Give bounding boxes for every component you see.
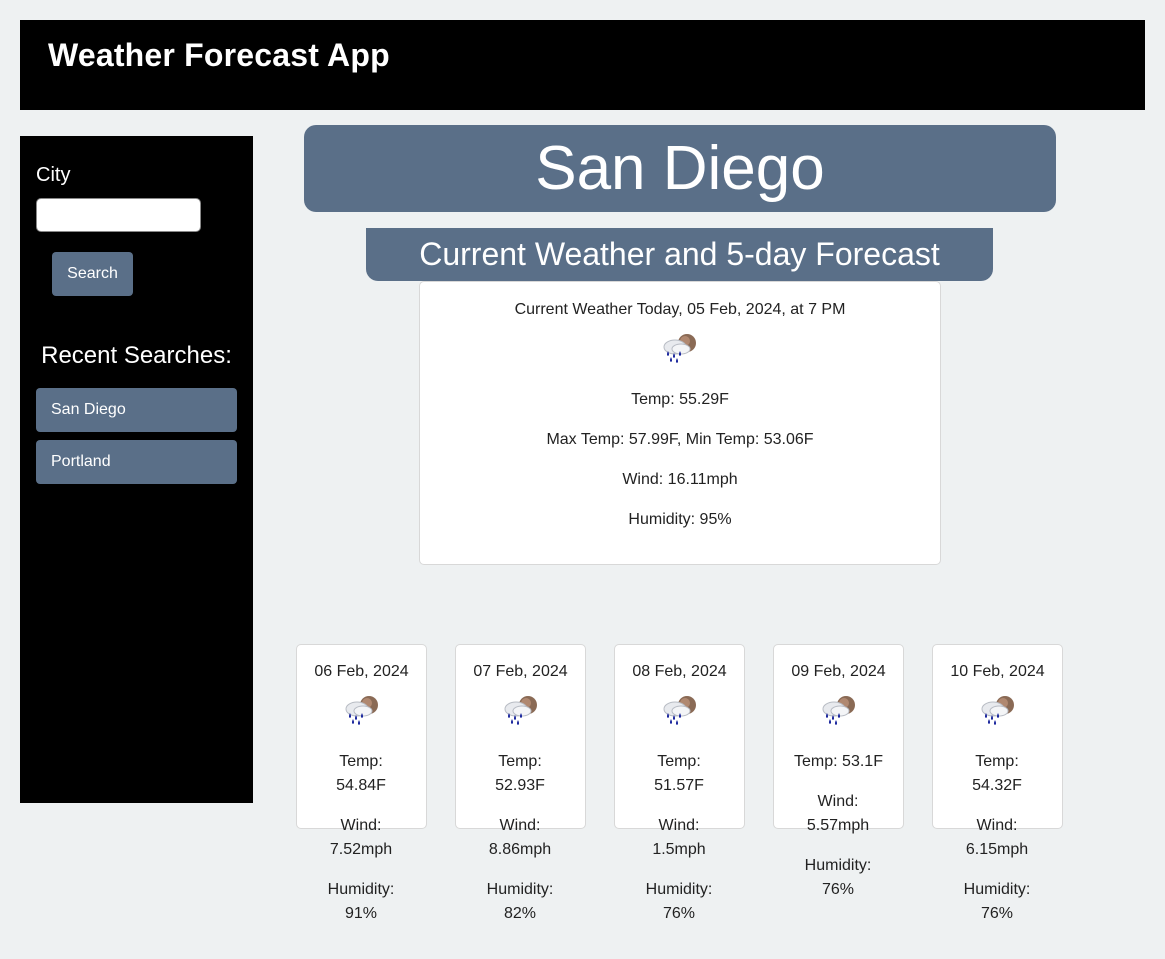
- rain-cloud-icon: [342, 694, 382, 726]
- forecast-wind: Wind: 1.5mph: [652, 817, 706, 858]
- current-max-min-temp: Max Temp: 57.99F, Min Temp: 53.06F: [546, 431, 814, 448]
- forecast-card: 06 Feb, 2024 Temp: 54.84F Wind: 7.52mph …: [296, 644, 427, 926]
- forecast-date: 09 Feb, 2024: [791, 663, 886, 680]
- forecast-humidity: Humidity: 76%: [963, 881, 1031, 922]
- city-label: City: [36, 164, 71, 186]
- forecast-wind: Wind: 5.57mph: [806, 793, 870, 834]
- recent-searches-title: Recent Searches:: [41, 342, 232, 369]
- forecast-date: 07 Feb, 2024: [473, 663, 568, 680]
- rain-cloud-icon: [660, 694, 700, 726]
- current-wind: Wind: 16.11mph: [622, 471, 738, 488]
- current-temp: Temp: 55.29F: [631, 391, 729, 408]
- sidebar: City Search Recent Searches: San Diego P…: [20, 136, 253, 803]
- current-weather-heading: Current Weather Today, 05 Feb, 2024, at …: [514, 301, 846, 318]
- forecast-card: 09 Feb, 2024 Temp: 53.1F Wind: 5.57mph H…: [773, 644, 904, 902]
- forecast-temp: Temp: 54.84F: [336, 753, 386, 794]
- recent-search-portland[interactable]: Portland: [36, 440, 237, 484]
- forecast-subtitle: Current Weather and 5-day Forecast: [366, 228, 993, 281]
- forecast-temp: Temp: 51.57F: [654, 753, 704, 794]
- forecast-humidity: Humidity: 76%: [804, 857, 872, 898]
- forecast-temp: Temp: 52.93F: [495, 753, 545, 794]
- forecast-wind: Wind: 8.86mph: [488, 817, 552, 858]
- forecast-card: 08 Feb, 2024 Temp: 51.57F Wind: 1.5mph H…: [614, 644, 745, 926]
- forecast-date: 06 Feb, 2024: [314, 663, 409, 680]
- forecast-temp: Temp: 54.32F: [972, 753, 1022, 794]
- rain-cloud-icon: [819, 694, 859, 726]
- current-weather-card: Current Weather Today, 05 Feb, 2024, at …: [419, 281, 941, 565]
- forecast-date: 10 Feb, 2024: [950, 663, 1045, 680]
- forecast-temp: Temp: 53.1F: [794, 753, 883, 770]
- forecast-card: 07 Feb, 2024 Temp: 52.93F Wind: 8.86mph …: [455, 644, 586, 926]
- app-header: Weather Forecast App: [20, 20, 1145, 110]
- search-button[interactable]: Search: [52, 252, 133, 296]
- forecast-card: 10 Feb, 2024 Temp: 54.32F Wind: 6.15mph …: [932, 644, 1063, 926]
- recent-search-san-diego[interactable]: San Diego: [36, 388, 237, 432]
- app-title: Weather Forecast App: [48, 37, 390, 73]
- rain-cloud-icon: [660, 332, 700, 364]
- forecast-date: 08 Feb, 2024: [632, 663, 727, 680]
- forecast-wind: Wind: 6.15mph: [965, 817, 1029, 858]
- forecast-humidity: Humidity: 76%: [645, 881, 713, 922]
- forecast-wind: Wind: 7.52mph: [329, 817, 393, 858]
- forecast-humidity: Humidity: 82%: [486, 881, 554, 922]
- rain-cloud-icon: [978, 694, 1018, 726]
- forecast-humidity: Humidity: 91%: [327, 881, 395, 922]
- city-name-banner: San Diego: [304, 125, 1056, 212]
- city-search-input[interactable]: [36, 198, 201, 232]
- rain-cloud-icon: [501, 694, 541, 726]
- current-humidity: Humidity: 95%: [628, 511, 732, 528]
